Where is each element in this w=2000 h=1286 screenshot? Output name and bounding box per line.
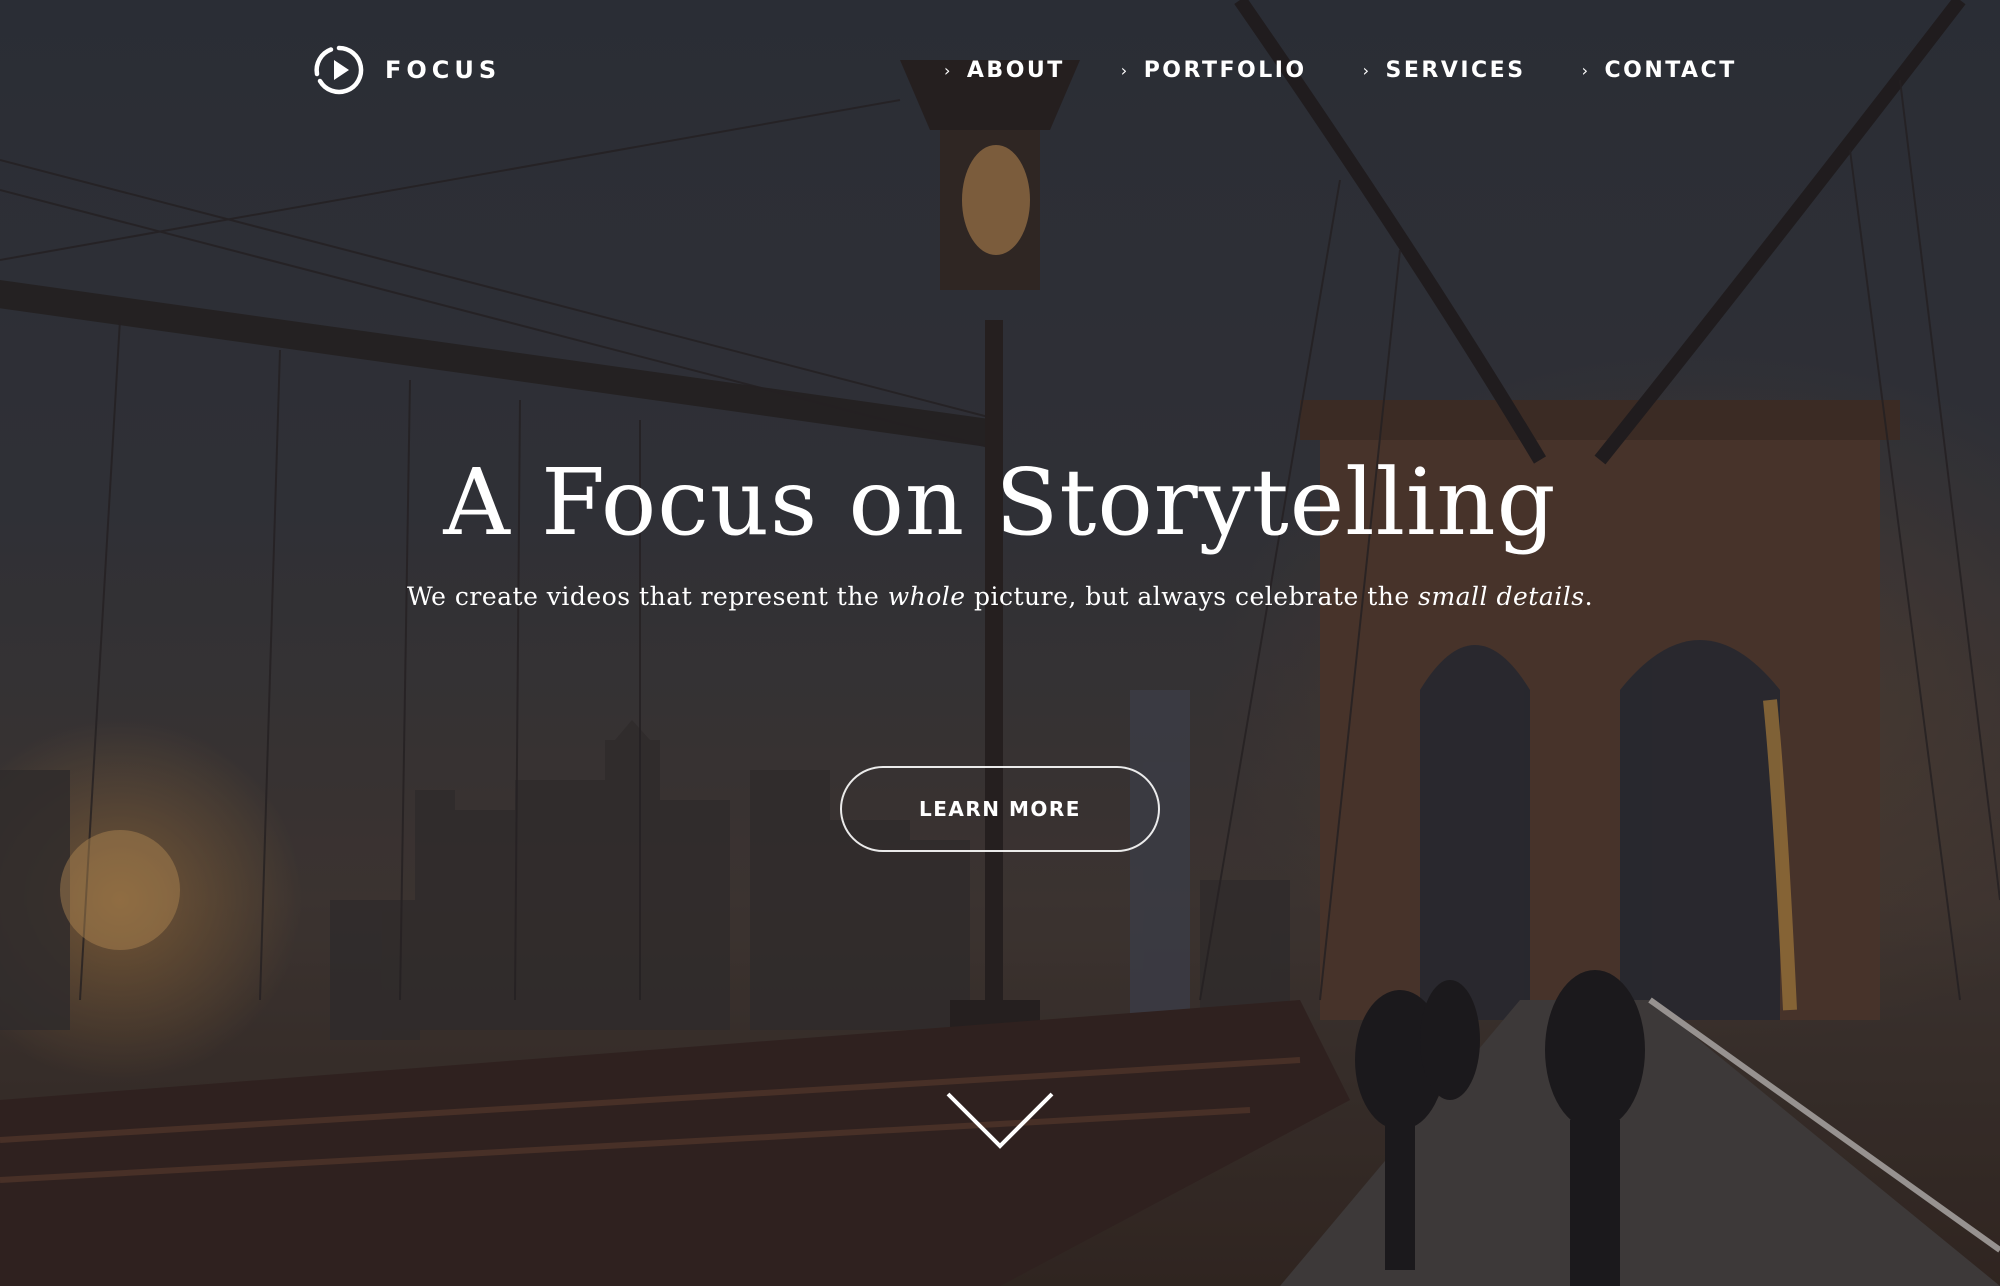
learn-more-button[interactable]: LEARN MORE <box>840 766 1160 852</box>
chevron-right-icon: › <box>1581 61 1591 80</box>
nav-item-label: SERVICES <box>1385 58 1526 83</box>
chevron-down-icon[interactable] <box>944 1090 1056 1152</box>
hero-section: FOCUS › ABOUT › PORTFOLIO › SERVICES › C… <box>0 0 2000 1286</box>
nav-item-label: ABOUT <box>966 58 1065 83</box>
nav-item-label: PORTFOLIO <box>1143 58 1307 83</box>
subline-text: We create videos that represent the <box>406 582 888 611</box>
chevron-right-icon: › <box>944 61 953 80</box>
nav-item-about[interactable]: › ABOUT <box>944 58 1065 83</box>
chevron-right-icon: › <box>1362 61 1372 80</box>
nav-item-services[interactable]: › SERVICES <box>1363 58 1526 83</box>
subline-emphasis: small details <box>1418 582 1585 611</box>
hero-headline: A Focus on Storytelling <box>443 449 1557 556</box>
subline-emphasis: whole <box>887 582 966 611</box>
chevron-right-icon: › <box>1120 61 1130 80</box>
brand-logo[interactable]: FOCUS <box>313 44 501 96</box>
subline-text: picture, but always celebrate the <box>965 582 1419 611</box>
nav-item-label: CONTACT <box>1604 58 1737 83</box>
nav-item-portfolio[interactable]: › PORTFOLIO <box>1121 58 1307 83</box>
subline-text: . <box>1584 582 1594 611</box>
play-circle-icon <box>314 45 364 95</box>
brand-name: FOCUS <box>385 56 502 84</box>
main-nav: › ABOUT › PORTFOLIO › SERVICES › CONTACT <box>944 58 1737 83</box>
hero-subline: We create videos that represent the whol… <box>0 582 2000 611</box>
nav-item-contact[interactable]: › CONTACT <box>1582 58 1737 83</box>
